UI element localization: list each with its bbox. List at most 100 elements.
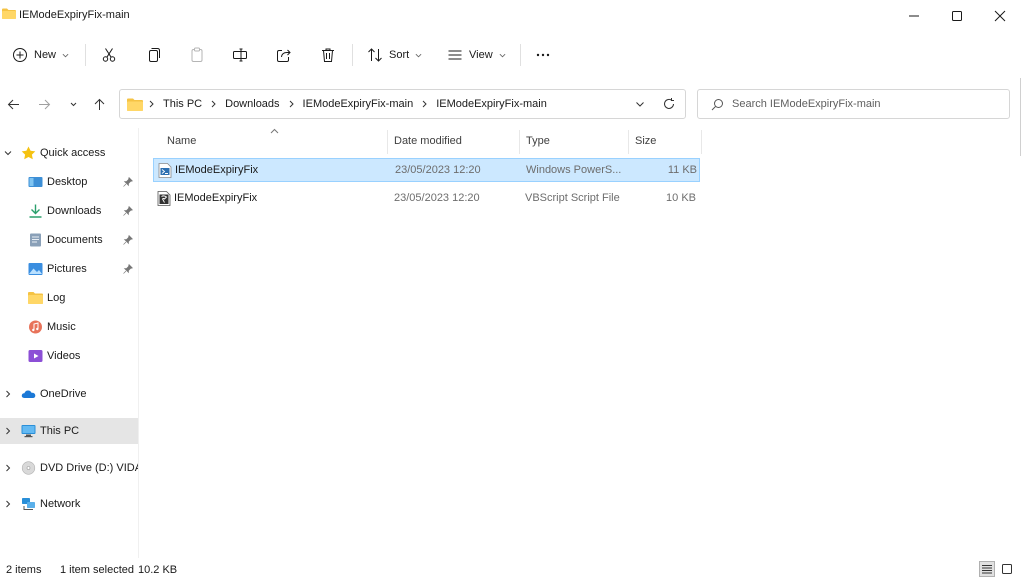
status-selection: 1 item selected <box>60 564 134 576</box>
column-divider[interactable] <box>628 130 629 154</box>
sidebar-item-this-pc[interactable]: This PC <box>0 418 138 444</box>
column-header-type[interactable]: Type <box>526 128 550 154</box>
sidebar-item-label: Pictures <box>47 263 87 275</box>
new-button[interactable]: New <box>12 42 69 68</box>
pin-icon[interactable] <box>123 235 133 245</box>
file-date: 23/05/2023 12:20 <box>395 164 481 176</box>
chevron-right-icon <box>6 500 11 508</box>
sidebar-item-desktop[interactable]: Desktop <box>0 169 138 195</box>
navigation-pane: Quick access Desktop Downloads Documents… <box>0 128 138 558</box>
title-bar: IEModeExpiryFix-main <box>0 0 1024 32</box>
search-input[interactable] <box>732 95 1000 113</box>
toolbar-divider <box>85 44 86 66</box>
view-lines-icon <box>448 50 462 60</box>
sidebar-item-label: DVD Drive (D:) VIDA <box>40 462 138 474</box>
toolbar-divider <box>520 44 521 66</box>
plus-circle-icon <box>13 48 27 62</box>
address-bar[interactable]: This PC Downloads IEModeExpiryFix-main I… <box>119 89 686 119</box>
file-type: Windows PowerS... <box>526 164 622 176</box>
rename-icon <box>233 48 247 62</box>
download-icon <box>29 204 42 218</box>
table-row[interactable]: IEModeExpiryFix 23/05/2023 12:20 Windows… <box>153 158 700 182</box>
new-label: New <box>34 49 57 61</box>
column-divider[interactable] <box>387 130 388 154</box>
up-button[interactable] <box>89 94 109 114</box>
pane-divider[interactable] <box>138 128 139 558</box>
pin-icon[interactable] <box>123 264 133 274</box>
chevron-right-icon <box>6 390 11 398</box>
refresh-icon[interactable] <box>662 97 676 111</box>
folder-icon <box>28 292 43 304</box>
cut-button[interactable] <box>101 42 117 68</box>
tiles-view-icon <box>1002 564 1012 574</box>
copy-button[interactable] <box>145 42 161 68</box>
minimize-icon <box>909 15 919 17</box>
delete-button[interactable] <box>320 42 336 68</box>
address-history-icon[interactable] <box>633 97 647 111</box>
sidebar-item-pictures[interactable]: Pictures <box>0 256 138 282</box>
chevron-right-icon <box>211 100 216 108</box>
sidebar-item-dvd-drive[interactable]: DVD Drive (D:) VIDA <box>0 455 138 481</box>
back-button[interactable] <box>3 94 23 114</box>
chevron-down-icon <box>415 53 422 57</box>
share-button[interactable] <box>276 42 292 68</box>
sort-icon <box>368 48 382 62</box>
rename-button[interactable] <box>232 42 248 68</box>
breadcrumb-folder-parent[interactable]: IEModeExpiryFix-main <box>303 98 414 110</box>
file-name: IEModeExpiryFix <box>174 192 258 204</box>
tiles-view-button[interactable] <box>999 561 1015 577</box>
breadcrumb-folder-current[interactable]: IEModeExpiryFix-main <box>436 98 547 110</box>
recent-locations-button[interactable] <box>63 94 83 114</box>
scrollbar-track[interactable] <box>1020 78 1024 156</box>
sidebar-item-videos[interactable]: Videos <box>0 343 138 369</box>
sidebar-item-label: Network <box>40 498 81 510</box>
close-button[interactable] <box>978 0 1022 32</box>
breadcrumb: This PC Downloads IEModeExpiryFix-main I… <box>148 90 547 118</box>
search-box[interactable] <box>697 89 1010 119</box>
table-row[interactable]: IEModeExpiryFix 23/05/2023 12:20 VBScrip… <box>153 187 700 211</box>
address-row: This PC Downloads IEModeExpiryFix-main I… <box>0 86 1024 122</box>
window-title: IEModeExpiryFix-main <box>19 9 130 21</box>
command-bar: New Sort View <box>0 32 1024 78</box>
sidebar-item-log[interactable]: Log <box>0 285 138 311</box>
file-date: 23/05/2023 12:20 <box>394 192 480 204</box>
sidebar-item-downloads[interactable]: Downloads <box>0 198 138 224</box>
sidebar-item-label: Videos <box>47 350 81 362</box>
column-header-size[interactable]: Size <box>635 128 656 154</box>
more-icon <box>536 53 550 57</box>
sidebar-item-documents[interactable]: Documents <box>0 227 138 253</box>
column-header-date[interactable]: Date modified <box>394 128 462 154</box>
sidebar-item-quick-access[interactable]: Quick access <box>0 140 138 166</box>
paste-icon <box>191 47 203 62</box>
powershell-file-icon <box>158 163 172 178</box>
column-divider[interactable] <box>701 130 702 154</box>
cloud-icon <box>21 390 36 398</box>
sidebar-item-label: Quick access <box>40 147 106 159</box>
column-divider[interactable] <box>519 130 520 154</box>
pin-icon[interactable] <box>123 177 133 187</box>
sidebar-item-music[interactable]: Music <box>0 314 138 340</box>
column-header-label: Type <box>526 135 550 147</box>
maximize-button[interactable] <box>935 0 979 32</box>
share-icon <box>277 49 291 62</box>
breadcrumb-this-pc[interactable]: This PC <box>163 98 202 110</box>
more-button[interactable] <box>535 42 551 68</box>
details-view-icon <box>982 565 992 574</box>
computer-icon <box>21 425 36 438</box>
forward-button[interactable] <box>34 94 54 114</box>
status-size: 10.2 KB <box>138 564 178 576</box>
sidebar-item-label: Desktop <box>47 176 88 188</box>
minimize-button[interactable] <box>892 0 936 32</box>
sort-button[interactable]: Sort <box>367 42 422 68</box>
chevron-down-icon <box>4 151 12 156</box>
pin-icon[interactable] <box>123 206 133 216</box>
details-view-button[interactable] <box>979 561 995 577</box>
network-icon <box>22 498 35 510</box>
breadcrumb-downloads[interactable]: Downloads <box>225 98 279 110</box>
column-header-name[interactable]: Name <box>167 128 196 154</box>
paste-button[interactable] <box>189 42 205 68</box>
view-button[interactable]: View <box>447 42 506 68</box>
sidebar-item-network[interactable]: Network <box>0 491 138 517</box>
arrow-left-icon <box>7 99 19 109</box>
sidebar-item-onedrive[interactable]: OneDrive <box>0 381 138 407</box>
